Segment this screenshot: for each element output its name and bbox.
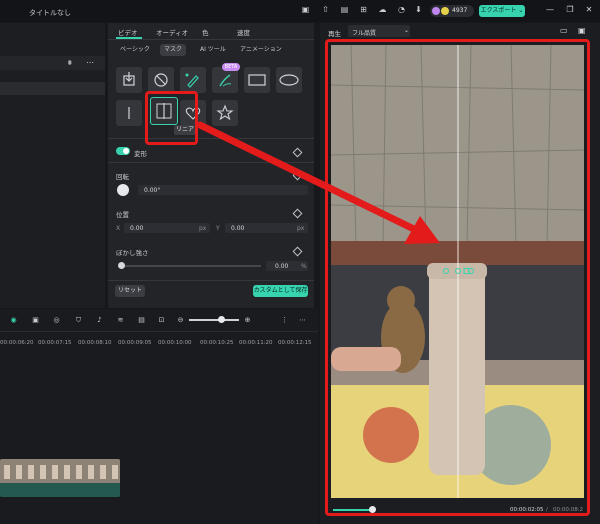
- video-clip[interactable]: [0, 459, 120, 497]
- subtitle-icon[interactable]: ⊡: [157, 316, 166, 325]
- snapshot-icon[interactable]: ▣: [31, 316, 40, 325]
- zoom-out-icon[interactable]: ⊖: [176, 316, 185, 325]
- timecode: 00:00:08:10: [78, 340, 112, 346]
- timecode: 00:00:10:25: [200, 340, 234, 346]
- effect-icon[interactable]: ◎: [52, 316, 61, 325]
- timecode: 00:00:10:00: [158, 340, 192, 346]
- clip-thumbnails: [0, 459, 120, 497]
- shield-icon[interactable]: ⛉: [74, 316, 83, 325]
- ai-icon[interactable]: ◉: [9, 316, 18, 325]
- timecode: 00:00:07:15: [38, 340, 72, 346]
- more-icon[interactable]: ⋯: [298, 316, 307, 325]
- zoom-in-icon[interactable]: ⊕: [243, 316, 252, 325]
- timecode: 00:00:06:20: [0, 340, 34, 346]
- text-icon[interactable]: ▤: [137, 316, 146, 325]
- zoom-slider[interactable]: [189, 319, 239, 321]
- timecode: 00:00:12:15: [278, 340, 312, 346]
- microphone-icon[interactable]: ♪: [95, 316, 104, 325]
- timecode: 00:00:11:20: [239, 340, 273, 346]
- grid-icon[interactable]: ⋮: [280, 316, 289, 325]
- audio-icon[interactable]: ≋: [116, 316, 125, 325]
- timecode: 00:00:09:05: [118, 340, 152, 346]
- zoom-slider-handle[interactable]: [218, 316, 225, 323]
